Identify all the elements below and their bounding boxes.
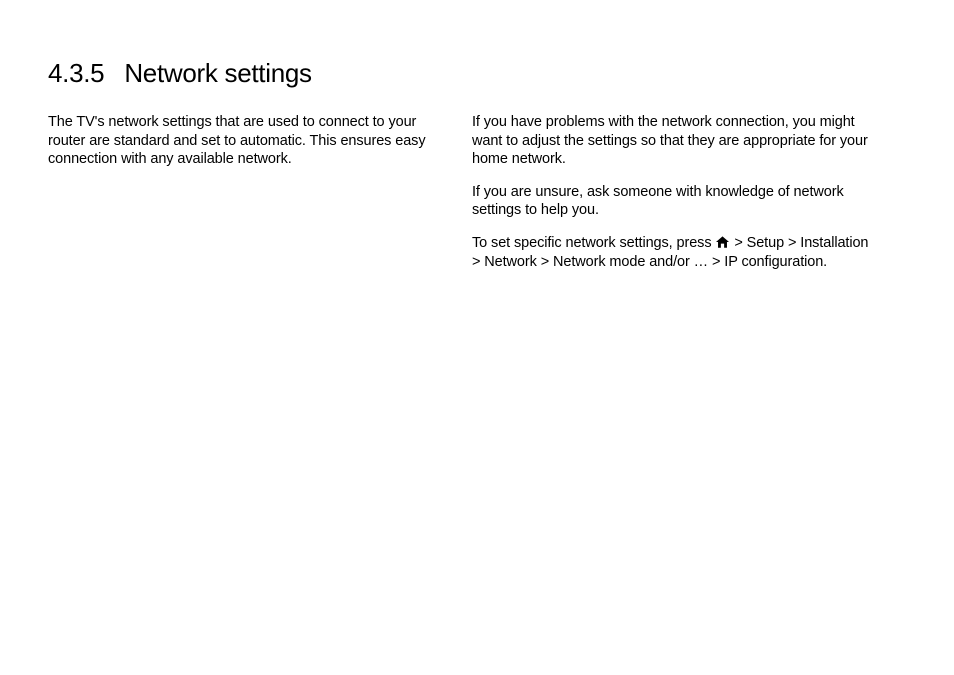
right-column: If you have problems with the network co… — [472, 113, 870, 286]
section-number: 4.3.5 — [48, 58, 104, 88]
paragraph-text: To set specific network settings, press — [472, 235, 715, 251]
content-columns: The TV's network settings that are used … — [48, 113, 906, 286]
document-page: 4.3.5 Network settings The TV's network s… — [0, 0, 954, 334]
section-title: Network settings — [124, 58, 311, 88]
home-icon — [716, 235, 729, 254]
section-heading: 4.3.5 Network settings — [48, 58, 906, 89]
paragraph: The TV's network settings that are used … — [48, 113, 446, 169]
paragraph: To set specific network settings, press … — [472, 234, 870, 272]
left-column: The TV's network settings that are used … — [48, 113, 446, 286]
paragraph: If you have problems with the network co… — [472, 113, 870, 169]
paragraph: If you are unsure, ask someone with know… — [472, 183, 870, 220]
